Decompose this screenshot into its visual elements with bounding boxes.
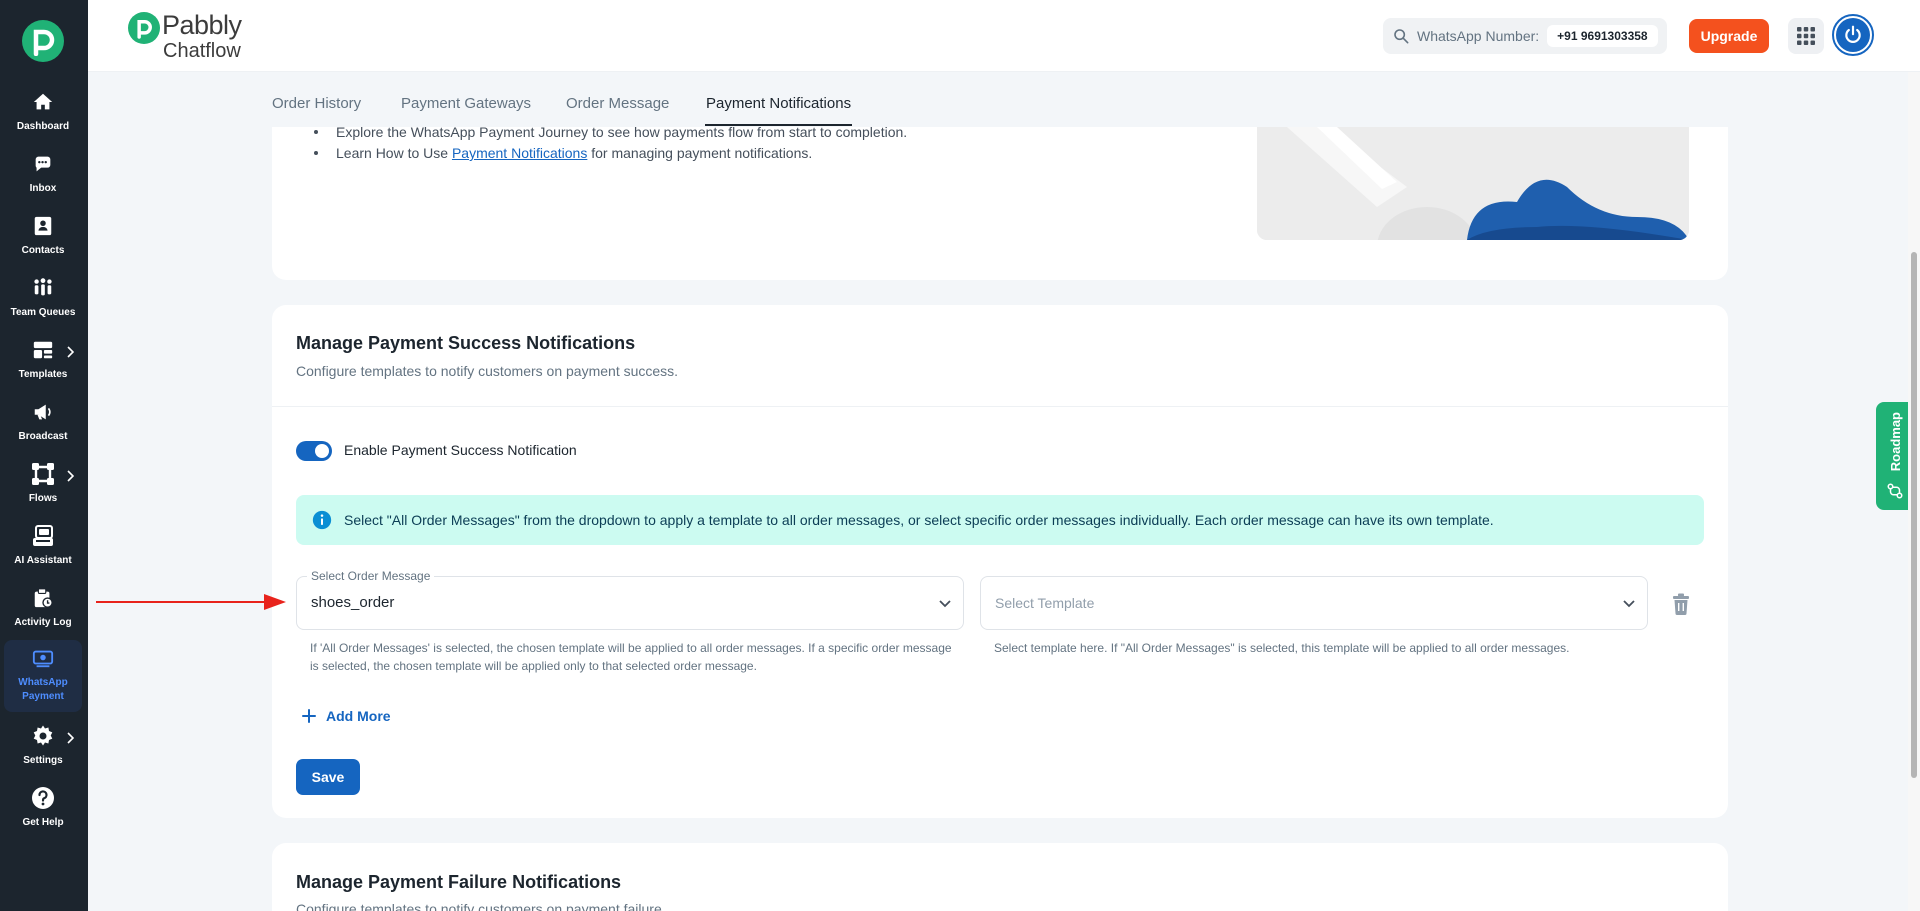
add-more-label: Add More xyxy=(326,708,391,724)
account-avatar[interactable] xyxy=(1832,14,1874,56)
gear-icon xyxy=(31,724,55,748)
template-helper-text: Select template here. If "All Order Mess… xyxy=(994,641,1570,655)
sidebar-item-label: Inbox xyxy=(29,183,57,194)
tab-payment-gateways[interactable]: Payment Gateways xyxy=(401,95,531,112)
brand-name: Pabbly xyxy=(162,10,242,40)
sidebar-item-label: Templates xyxy=(18,369,68,380)
search-icon xyxy=(1394,29,1409,44)
roadmap-label: Roadmap xyxy=(1887,412,1903,472)
intro-card: Explore the WhatsApp Payment Journey to … xyxy=(272,124,1728,280)
robot-icon xyxy=(31,524,55,548)
info-icon xyxy=(312,510,332,530)
section-subtitle: Configure templates to notify customers … xyxy=(296,363,679,379)
plus-icon xyxy=(302,709,316,723)
save-button[interactable]: Save xyxy=(296,759,360,795)
payment-notifications-link[interactable]: Payment Notifications xyxy=(452,145,587,161)
chat-icon xyxy=(31,152,55,176)
chevron-right-icon xyxy=(67,470,74,482)
payment-failure-card: Manage Payment Failure Notifications Con… xyxy=(272,843,1728,911)
home-icon xyxy=(31,90,55,114)
sidebar-item-templates[interactable]: Templates xyxy=(4,332,82,392)
section-title: Manage Payment Failure Notifications xyxy=(296,872,622,892)
template-select[interactable]: Select Template xyxy=(980,576,1648,630)
sidebar-item-settings[interactable]: Settings xyxy=(4,718,82,778)
pabbly-logo-icon xyxy=(128,12,160,44)
sidebar-item-label: Settings xyxy=(23,755,63,766)
roadmap-icon xyxy=(1887,483,1903,499)
sidebar-item-label: Team Queues xyxy=(10,307,76,318)
order-helper-text: If 'All Order Messages' is selected, the… xyxy=(310,641,952,673)
pabbly-logo-icon xyxy=(33,29,55,56)
chevron-right-icon xyxy=(67,346,74,358)
top-header: Pabbly Chatflow WhatsApp Number: +91 969… xyxy=(88,0,1920,72)
section-subtitle: Configure templates to notify customers … xyxy=(296,901,666,911)
enable-success-toggle[interactable] xyxy=(296,441,332,461)
power-icon xyxy=(1845,25,1861,43)
active-tab-indicator xyxy=(705,124,852,126)
whatsapp-number-box[interactable]: WhatsApp Number: +91 9691303358 xyxy=(1383,18,1667,54)
sidebar-item-label: WhatsApp Payment xyxy=(18,677,68,702)
sidebar-item-label: Activity Log xyxy=(14,617,72,628)
megaphone-icon xyxy=(31,400,55,424)
template-placeholder: Select Template xyxy=(995,595,1095,611)
contacts-icon xyxy=(31,214,55,238)
field-label: Select Order Message xyxy=(307,569,435,583)
sidebar-item-label: Broadcast xyxy=(18,431,68,442)
sidebar-item-whatsapp-payment[interactable]: WhatsApp Payment xyxy=(4,640,82,712)
payment-icon xyxy=(31,646,55,670)
sidebar-item-contacts[interactable]: Contacts xyxy=(4,208,82,268)
info-alert: Select "All Order Messages" from the dro… xyxy=(296,495,1704,545)
add-more-button[interactable]: Add More xyxy=(302,708,391,724)
intro-illustration xyxy=(1257,127,1689,240)
flows-icon xyxy=(31,462,55,486)
sidebar-item-label: Get Help xyxy=(22,817,64,828)
whatsapp-number-label: WhatsApp Number: xyxy=(1417,28,1540,44)
toggle-label: Enable Payment Success Notification xyxy=(344,442,577,458)
sidebar-item-label: Flows xyxy=(28,493,58,504)
app-logo[interactable] xyxy=(22,20,64,62)
apps-grid-button[interactable] xyxy=(1788,18,1824,54)
sidebar-item-team-queues[interactable]: Team Queues xyxy=(4,270,82,330)
order-message-value: shoes_order xyxy=(311,594,395,611)
order-message-select[interactable]: Select Order Message shoes_order xyxy=(296,569,964,630)
sidebar-item-label: Dashboard xyxy=(16,121,70,132)
clipboard-icon xyxy=(31,586,55,610)
tabs-bar: Order History Payment Gateways Order Mes… xyxy=(88,73,1920,127)
sidebar-item-inbox[interactable]: Inbox xyxy=(4,146,82,206)
brand-subtitle: Chatflow xyxy=(163,40,241,62)
intro-bullet: Learn How to Use Payment Notifications f… xyxy=(314,145,812,161)
section-title: Manage Payment Success Notifications xyxy=(296,333,636,353)
sidebar-item-label: Contacts xyxy=(21,245,65,256)
upgrade-button[interactable]: Upgrade xyxy=(1689,19,1769,53)
annotation-arrow-icon xyxy=(96,594,286,610)
sidebar-item-dashboard[interactable]: Dashboard xyxy=(4,84,82,144)
sidebar-item-label: AI Assistant xyxy=(14,555,72,566)
tab-order-history[interactable]: Order History xyxy=(272,95,361,112)
tab-payment-notifications[interactable]: Payment Notifications xyxy=(706,95,851,112)
grid-icon xyxy=(1797,27,1815,45)
divider xyxy=(272,406,1728,407)
chevron-down-icon xyxy=(939,600,951,608)
team-icon xyxy=(31,276,55,300)
help-icon xyxy=(31,786,55,810)
sidebar: Dashboard Inbox Contacts Team Queues Tem… xyxy=(0,0,88,911)
sidebar-item-activity-log[interactable]: Activity Log xyxy=(4,580,82,640)
tab-order-message[interactable]: Order Message xyxy=(566,95,669,112)
page-scrollbar-thumb[interactable] xyxy=(1911,252,1917,778)
sidebar-item-broadcast[interactable]: Broadcast xyxy=(4,394,82,454)
sidebar-item-flows[interactable]: Flows xyxy=(4,456,82,516)
sidebar-item-ai-assistant[interactable]: AI Assistant xyxy=(4,518,82,578)
delete-row-icon[interactable] xyxy=(1671,593,1691,615)
chevron-down-icon xyxy=(1623,600,1635,608)
payment-success-card: Manage Payment Success Notifications Con… xyxy=(272,305,1728,818)
whatsapp-number-value: +91 9691303358 xyxy=(1547,25,1658,47)
info-text: Select "All Order Messages" from the dro… xyxy=(344,512,1494,528)
sidebar-item-get-help[interactable]: Get Help xyxy=(4,780,82,840)
chevron-right-icon xyxy=(67,732,74,744)
templates-icon xyxy=(31,338,55,362)
brand-logo[interactable]: Pabbly Chatflow xyxy=(128,12,242,61)
